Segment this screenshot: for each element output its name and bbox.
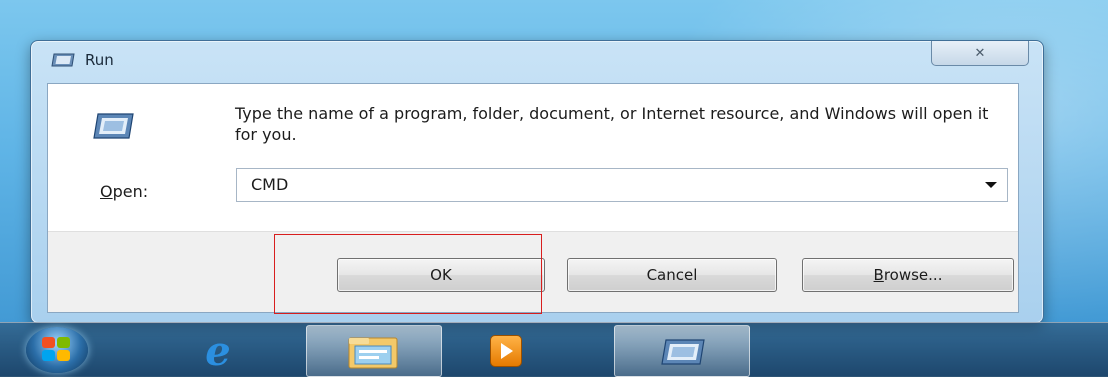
window-title: Run bbox=[85, 51, 114, 69]
instruction-text: Type the name of a program, folder, docu… bbox=[235, 104, 989, 144]
cancel-button[interactable]: Cancel bbox=[567, 258, 777, 292]
taskbar: e bbox=[0, 322, 1108, 377]
run-large-icon bbox=[93, 113, 134, 139]
browse-label: rowse... bbox=[883, 266, 943, 284]
run-icon bbox=[661, 339, 705, 365]
open-label: Open: bbox=[100, 182, 148, 201]
browse-button[interactable]: Browse... bbox=[802, 258, 1014, 292]
internet-explorer-icon[interactable]: e bbox=[188, 328, 248, 375]
media-player-icon[interactable] bbox=[490, 335, 522, 367]
taskbar-explorer[interactable] bbox=[306, 325, 442, 377]
ok-highlight-box bbox=[274, 234, 542, 314]
open-combobox[interactable]: CMD bbox=[236, 168, 1008, 202]
close-icon: ✕ bbox=[974, 45, 986, 61]
title-bar[interactable]: Run ✕ bbox=[31, 41, 1043, 81]
folder-icon bbox=[348, 337, 398, 369]
close-button[interactable]: ✕ bbox=[931, 41, 1029, 66]
open-input[interactable]: CMD bbox=[251, 175, 288, 194]
taskbar-run[interactable] bbox=[614, 325, 750, 377]
open-label-accelerator: O bbox=[100, 182, 113, 201]
open-label-text: pen: bbox=[112, 182, 149, 201]
chevron-down-icon[interactable] bbox=[985, 182, 997, 188]
run-app-icon bbox=[51, 53, 75, 67]
windows-logo-icon bbox=[42, 337, 72, 363]
start-button[interactable] bbox=[26, 327, 88, 373]
browse-accelerator: B bbox=[873, 266, 884, 284]
